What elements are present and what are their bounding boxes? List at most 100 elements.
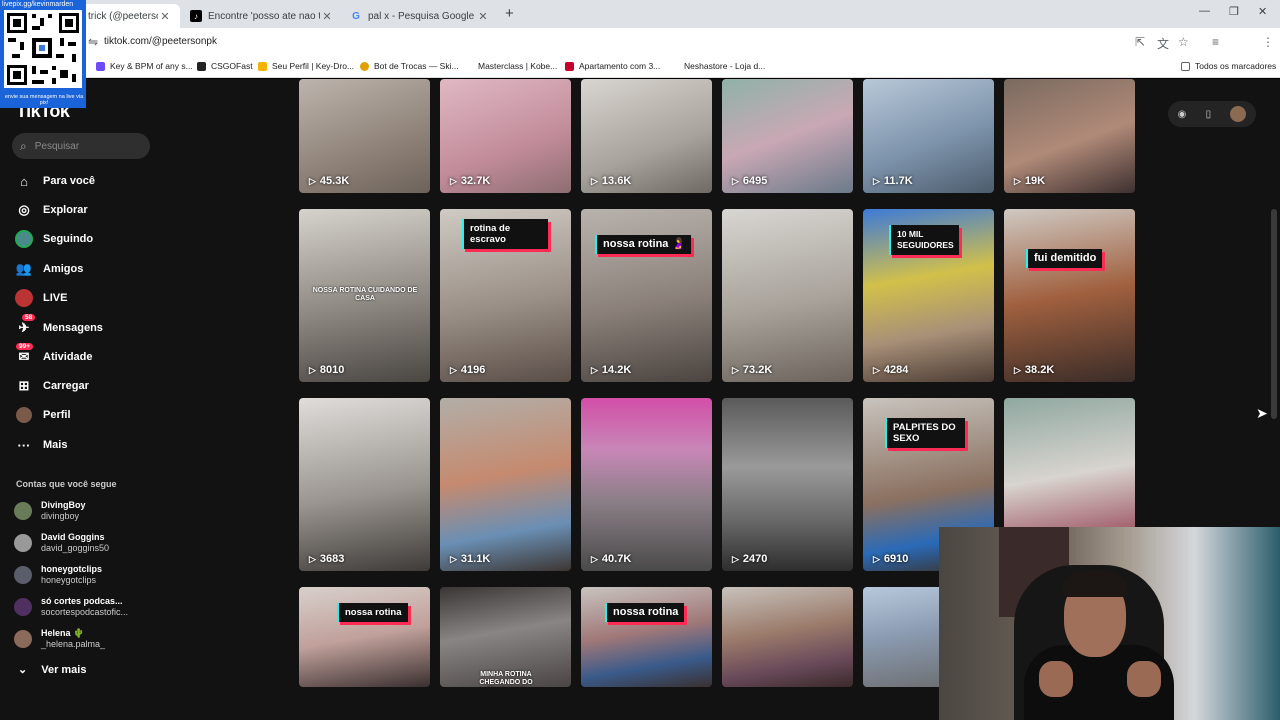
nav-item-amigos[interactable]: 👥 Amigos	[14, 258, 83, 280]
bookmark-item[interactable]: CSGOFast	[197, 61, 253, 71]
video-card[interactable]: ▷ 2470	[722, 398, 853, 571]
account-name: Helena 🌵	[41, 628, 85, 638]
account-name: DivingBoy	[41, 500, 86, 510]
search-input[interactable]: ⌕ Pesquisar	[12, 133, 150, 159]
play-icon: ▷	[450, 364, 457, 375]
video-caption: fui demitido	[1026, 249, 1103, 268]
menu-icon[interactable]: ⋮	[1262, 35, 1274, 49]
view-count: ▷ 2470	[732, 553, 767, 565]
nav-item-explorar[interactable]: ◎ Explorar	[14, 199, 87, 221]
video-card[interactable]: ▷ 45.3K	[299, 79, 430, 193]
nav-item-mensagens[interactable]: ✈ 58 Mensagens	[14, 314, 103, 339]
following-account[interactable]: DivingBoy divingboy	[14, 497, 86, 525]
all-bookmarks-button[interactable]: Todos os marcadores	[1181, 61, 1276, 71]
bookmark-favicon-icon	[565, 61, 574, 71]
play-icon: ▷	[1014, 364, 1021, 375]
video-card[interactable]: nossa rotina 🤰 ▷ 14.2K	[581, 209, 712, 382]
video-card[interactable]: ▷ 3683	[299, 398, 430, 571]
nav-item-seguindo[interactable]: Seguindo	[14, 228, 93, 250]
avatar[interactable]	[1230, 106, 1247, 122]
video-card[interactable]: ▷ 31.1K	[440, 398, 571, 571]
tiktok-favicon-icon: ♪	[190, 10, 202, 22]
install-icon[interactable]: ⇱	[1135, 35, 1145, 49]
nav-item-mais[interactable]: ··· Mais	[14, 434, 68, 456]
play-icon: ▷	[591, 553, 598, 564]
video-card[interactable]: ▷ 73.2K	[722, 209, 853, 382]
nav-item-perfil[interactable]: Perfil	[14, 404, 71, 426]
avatar	[14, 566, 32, 584]
video-card[interactable]: ▷ 32.7K	[440, 79, 571, 193]
view-count: ▷ 19K	[1014, 175, 1045, 187]
video-card[interactable]: MINHA ROTINA CHEGANDO DO TRABALHO	[440, 587, 571, 687]
video-card[interactable]: rotina de escravo ▷ 4196	[440, 209, 571, 382]
bookmark-item[interactable]: Apartamento com 3...	[565, 61, 660, 71]
tab-tiktok-profile[interactable]: trick (@peetersonpk ✕	[80, 4, 180, 28]
close-icon[interactable]: ✕	[476, 10, 490, 23]
avatar	[14, 534, 32, 552]
nav-label: Seguindo	[43, 233, 94, 245]
view-count-value: 32.7K	[460, 175, 491, 187]
video-card[interactable]: ▷ 13.6K	[581, 79, 712, 193]
video-card[interactable]: ▷ 6495	[722, 79, 853, 193]
window-close-button[interactable]: ✕	[1258, 5, 1267, 18]
site-info-icon[interactable]: ⇋	[88, 35, 98, 49]
bookmark-label: Bot de Trocas — Ski...	[374, 61, 459, 71]
play-icon: ▷	[732, 364, 739, 375]
tab-google-search[interactable]: G pal x - Pesquisa Google ✕	[342, 4, 498, 28]
view-count-value: 31.1K	[460, 553, 491, 565]
play-icon: ▷	[309, 175, 316, 186]
sound-icon[interactable]: ◉	[1178, 109, 1187, 120]
close-icon[interactable]: ✕	[320, 10, 334, 23]
avatar	[14, 598, 32, 616]
following-account[interactable]: Helena 🌵 _helena.palma_	[14, 625, 105, 653]
bookmark-item[interactable]: Seu Perfil | Key-Dro...	[258, 61, 354, 71]
video-card[interactable]	[722, 587, 853, 687]
nav-item-carregar[interactable]: ⊞ Carregar	[14, 375, 89, 397]
bookmark-item[interactable]: Bot de Trocas — Ski...	[360, 61, 459, 71]
view-count-value: 3683	[319, 553, 345, 565]
webcam-hand	[1039, 661, 1073, 697]
nav-item-live[interactable]: LIVE	[14, 287, 67, 309]
video-card[interactable]: ▷ 11.7K	[863, 79, 994, 193]
minimize-button[interactable]: —	[1199, 5, 1210, 17]
tab-tiktok-search[interactable]: ♪ Encontre 'posso ate nao te da ✕	[182, 4, 342, 28]
view-count-value: 2470	[742, 553, 768, 565]
following-account[interactable]: honeygotclips honeygotclips	[14, 561, 102, 589]
reading-list-icon[interactable]: ≡	[1212, 35, 1219, 49]
bookmark-item[interactable]: Neshastore - Loja d...	[670, 61, 765, 71]
translate-icon[interactable]: 文	[1157, 35, 1169, 52]
bookmark-item[interactable]: Masterclass | Kobe...	[464, 61, 557, 71]
bookmarks-bar: Key & BPM of any s... CSGOFast Seu Perfi…	[0, 56, 1280, 78]
view-count: ▷ 31.1K	[450, 553, 490, 565]
upload-icon: ⊞	[18, 378, 30, 393]
view-count: ▷ 13.6K	[591, 175, 631, 187]
new-tab-button[interactable]: +	[505, 5, 514, 22]
video-card[interactable]: ▷ 40.7K	[581, 398, 712, 571]
video-card[interactable]: fui demitido ▷ 38.2K	[1004, 209, 1135, 382]
friends-icon: 👥	[15, 261, 33, 276]
qr-bottom-text: envie sua mensagem na live via pix!	[4, 94, 84, 106]
close-icon[interactable]: ✕	[158, 10, 172, 23]
nav-item-atividade[interactable]: ✉ 99+ Atividade	[14, 343, 93, 368]
view-count-value: 4284	[883, 364, 909, 376]
url-field[interactable]: tiktok.com/@peetersonpk	[104, 36, 217, 47]
video-card[interactable]: NOSSA ROTINA CUIDANDO DE CASA ▷ 8010	[299, 209, 430, 382]
following-account[interactable]: David Goggins david_goggins50	[14, 529, 109, 557]
bookmark-item[interactable]: Key & BPM of any s...	[96, 61, 193, 71]
see-more-button[interactable]: ⌄ Ver mais	[18, 663, 86, 677]
compass-icon: ◎	[18, 202, 30, 217]
video-card[interactable]: ▷ 19K	[1004, 79, 1135, 193]
nav-item-para-voce[interactable]: ⌂ Para você	[14, 170, 95, 192]
device-icon[interactable]: ▯	[1206, 109, 1212, 120]
video-card[interactable]: 10 MIL SEGUIDORES ▷ 4284	[863, 209, 994, 382]
bookmark-star-icon[interactable]: ☆	[1178, 35, 1189, 49]
following-account[interactable]: só cortes podcas... socortespodcastofic..…	[14, 593, 128, 621]
page-scrollbar[interactable]	[1271, 209, 1277, 419]
video-card[interactable]: nossa rotina	[299, 587, 430, 687]
view-count: ▷ 73.2K	[732, 364, 772, 376]
video-card[interactable]: nossa rotina	[581, 587, 712, 687]
restore-button[interactable]: ❐	[1229, 5, 1239, 18]
play-icon: ▷	[873, 364, 880, 375]
bookmark-favicon-icon	[360, 61, 369, 71]
play-icon: ▷	[732, 553, 739, 564]
